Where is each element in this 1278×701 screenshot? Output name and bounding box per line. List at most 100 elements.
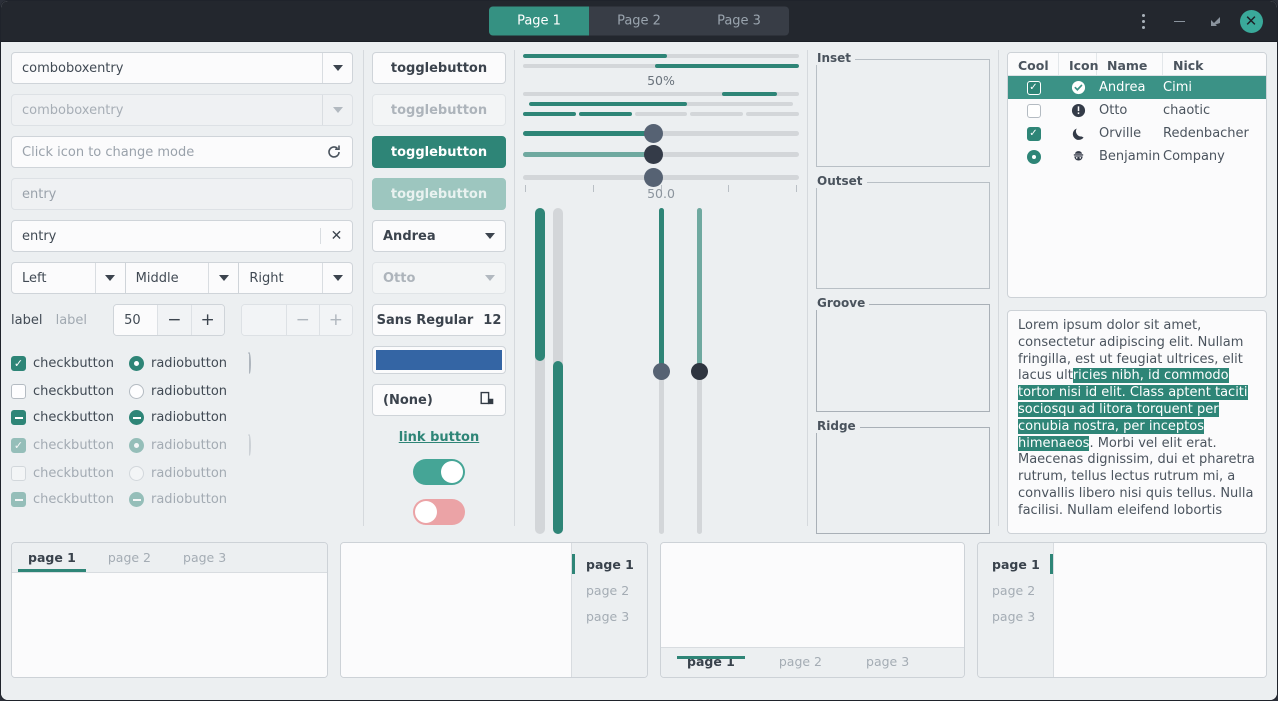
togglebutton-1[interactable]: togglebutton	[372, 52, 506, 84]
radio-icon[interactable]	[129, 356, 144, 371]
link-button[interactable]: link button	[372, 430, 506, 445]
table-row[interactable]: Benjamin Company	[1008, 145, 1266, 168]
checkbox-icon[interactable]	[11, 384, 26, 399]
table-row[interactable]: ✓ Orville Redenbacher	[1008, 122, 1266, 145]
notebook-tab-page-3[interactable]: page 3	[978, 603, 1053, 629]
close-button[interactable]: ✕	[1235, 6, 1267, 38]
maximize-icon[interactable]	[1199, 6, 1231, 38]
combo-left[interactable]: Left	[11, 262, 126, 294]
radiobutton-row-disabled: radiobutton	[129, 466, 247, 481]
chevron-down-icon[interactable]	[485, 233, 495, 239]
textview[interactable]: Lorem ipsum dolor sit amet, consectetur …	[1007, 310, 1267, 534]
notebook-tab-page-2[interactable]: page 2	[92, 543, 167, 572]
scale-handle[interactable]	[643, 168, 663, 188]
entry-value[interactable]: entry	[12, 229, 320, 244]
stack-tab-page-2[interactable]: Page 2	[589, 7, 689, 36]
spinbutton-value[interactable]: 50	[114, 305, 158, 335]
spinbutton-minus[interactable]: −	[157, 305, 191, 335]
scale-vertical-1[interactable]: 50.0	[647, 186, 675, 535]
font-button[interactable]: Sans Regular 12	[372, 304, 506, 336]
name-combobox[interactable]: Andrea	[372, 220, 506, 252]
comboboxentry-1[interactable]: comboboxentry	[11, 52, 353, 84]
checkbox-icon[interactable]: ✓	[1026, 80, 1041, 95]
switch-off[interactable]	[413, 499, 465, 525]
checkbox-icon[interactable]: ✓	[11, 356, 26, 371]
label-1: label	[11, 312, 43, 328]
table-row[interactable]: Otto chaotic	[1008, 99, 1266, 122]
scale-horizontal-3-marks[interactable]	[523, 168, 799, 188]
radiobutton-row[interactable]: radiobutton	[129, 356, 247, 371]
notebook-tabbar[interactable]: page 1 page 2 page 3	[661, 647, 964, 677]
combo-right-text[interactable]: Right	[239, 263, 322, 293]
comboboxentry-2-text: comboboxentry	[22, 102, 124, 118]
notebook-tab-page-3[interactable]: page 3	[572, 603, 647, 629]
chevron-down-icon[interactable]	[322, 263, 352, 293]
menu-dots-icon[interactable]	[1127, 6, 1159, 38]
scale-horizontal-2[interactable]	[523, 145, 799, 165]
refresh-icon[interactable]	[326, 144, 342, 160]
radio-icon[interactable]	[1026, 149, 1041, 164]
column-header-icon[interactable]: Icon	[1059, 53, 1099, 75]
scale-handle[interactable]	[643, 145, 663, 165]
notebook-tabbar[interactable]: page 1 page 2 page 3	[571, 543, 647, 677]
scale-handle[interactable]	[652, 363, 670, 381]
column-header-cool[interactable]: Cool	[1008, 53, 1059, 75]
row-checkbox[interactable]: ✓	[1008, 80, 1059, 95]
checkbutton-row[interactable]: ✓ checkbutton	[11, 356, 129, 371]
notebook-tab-page-1[interactable]: page 1	[572, 551, 647, 577]
comboboxentry-1-text[interactable]: comboboxentry	[12, 53, 322, 83]
checkbox-indeterminate-icon[interactable]	[11, 410, 26, 425]
treeview[interactable]: Cool Icon Name Nick ✓ Andrea Cimi Otto c…	[1007, 52, 1267, 298]
combo-middle-text[interactable]: Middle	[126, 263, 209, 293]
checkbutton-row[interactable]: checkbutton	[11, 384, 129, 399]
notebook-tab-page-3[interactable]: page 3	[850, 654, 925, 669]
radio-indeterminate-icon[interactable]	[129, 410, 144, 425]
entry-with-clear[interactable]: entry ✕	[11, 220, 353, 252]
scale-horizontal-1[interactable]	[523, 123, 799, 143]
notebook-tab-page-2[interactable]: page 2	[763, 654, 838, 669]
combo-left-text[interactable]: Left	[12, 263, 95, 293]
scale-handle[interactable]	[643, 123, 663, 143]
radiobutton-label: radiobutton	[151, 410, 228, 425]
notebook-tab-page-1[interactable]: page 1	[12, 543, 92, 572]
file-chooser-button[interactable]: (None)	[372, 384, 506, 416]
chevron-down-icon[interactable]	[322, 53, 352, 83]
notebook-tab-page-2[interactable]: page 2	[572, 577, 647, 603]
column-header-name[interactable]: Name	[1097, 53, 1163, 75]
radiobutton-row[interactable]: radiobutton	[129, 410, 247, 425]
notebook-tabbar[interactable]: page 1 page 2 page 3	[978, 543, 1054, 677]
page-stack-switcher[interactable]: Page 1 Page 2 Page 3	[489, 6, 789, 36]
togglebutton-3-active[interactable]: togglebutton	[372, 136, 506, 168]
notebook-tab-page-3[interactable]: page 3	[167, 543, 242, 572]
row-checkbox[interactable]	[1008, 103, 1059, 118]
color-button[interactable]	[372, 346, 506, 374]
stack-tab-page-3[interactable]: Page 3	[689, 7, 789, 36]
row-checkbox[interactable]: ✓	[1008, 126, 1059, 141]
clear-icon[interactable]: ✕	[320, 228, 352, 244]
switch-on[interactable]	[413, 459, 465, 485]
combo-middle[interactable]: Middle	[125, 262, 240, 294]
notebook-tab-page-1[interactable]: page 1	[978, 551, 1053, 577]
spinbutton-plus[interactable]: +	[190, 305, 224, 335]
scale-handle[interactable]	[690, 363, 708, 381]
radiobutton-row[interactable]: radiobutton	[129, 384, 247, 399]
table-row[interactable]: ✓ Andrea Cimi	[1008, 76, 1266, 99]
stack-tab-page-1[interactable]: Page 1	[489, 6, 589, 36]
scale-vertical-2[interactable]	[689, 208, 709, 535]
checkbox-icon[interactable]: ✓	[1026, 126, 1041, 141]
row-radio[interactable]	[1008, 149, 1059, 164]
chevron-down-icon[interactable]	[208, 263, 238, 293]
notebook-tab-page-1[interactable]: page 1	[671, 654, 751, 669]
spinbutton[interactable]: 50 − +	[113, 304, 225, 336]
checkbox-icon[interactable]	[1026, 103, 1041, 118]
column-header-nick[interactable]: Nick	[1163, 53, 1266, 75]
notebook-tabbar[interactable]: page 1 page 2 page 3	[12, 543, 327, 573]
chevron-down-icon[interactable]	[94, 263, 125, 293]
radio-icon[interactable]	[129, 384, 144, 399]
notebook-tab-page-2[interactable]: page 2	[978, 577, 1053, 603]
combo-right[interactable]: Right	[239, 262, 354, 294]
document-open-icon[interactable]	[479, 390, 495, 410]
minimize-icon[interactable]	[1163, 6, 1195, 38]
checkbutton-row[interactable]: checkbutton	[11, 410, 129, 425]
mode-entry[interactable]: Click icon to change mode	[11, 136, 353, 168]
